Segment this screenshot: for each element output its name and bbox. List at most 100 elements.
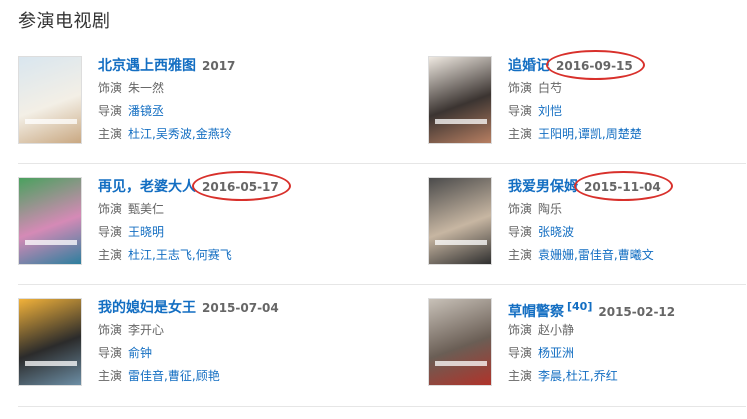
role-name: 白芍 <box>538 81 563 95</box>
director-link[interactable]: 俞钟 <box>128 346 152 360</box>
release-date: 2016-09-15 <box>556 59 633 73</box>
section-title: 参演电视剧 <box>18 11 111 32</box>
drama-title-link[interactable]: 再见，老婆大人 <box>98 179 196 195</box>
drama-title-line: 再见，老婆大人 2016-05-17 <box>98 174 338 198</box>
poster-caption-band <box>435 119 487 124</box>
row-divider <box>18 284 746 285</box>
citation-link[interactable]: [40] <box>567 300 592 313</box>
role-name: 赵小静 <box>538 323 575 337</box>
poster-caption-band <box>435 240 487 245</box>
role-row: 饰演 朱一然 <box>98 77 338 100</box>
drama-info: 我的媳妇是女王 2015-07-04 饰演 李开心 导演 俞钟 主演 雷佳音,曹征,顾艳 <box>98 295 338 388</box>
cast-row: 主演 杜江,吴秀波,金燕玲 <box>98 123 338 146</box>
drama-card: 再见，老婆大人 2016-05-17 饰演 甄美仁 导演 王晓明 主演 杜江,王志飞,何赛飞 <box>18 177 338 269</box>
drama-card: 草帽警察 [40] 2015-02-12 饰演 赵小静 导演 杨亚洲 主演 李晨,杜江,乔红 <box>428 298 747 390</box>
cast-member-link[interactable]: 何赛飞 <box>196 248 232 262</box>
drama-poster[interactable] <box>428 298 492 386</box>
drama-card: 追婚记 2016-09-15 饰演 白芍 导演 刘恺 主演 王阳明,谭凯,周楚楚 <box>428 56 747 148</box>
role-row: 饰演 甄美仁 <box>98 198 338 221</box>
drama-poster[interactable] <box>18 177 82 265</box>
role-row: 饰演 陶乐 <box>508 198 747 221</box>
drama-poster[interactable] <box>428 177 492 265</box>
cast-member-link[interactable]: 王志飞 <box>156 248 192 262</box>
cast-label: 主演 <box>508 127 533 141</box>
drama-title-line: 我爱男保姆 2015-11-04 <box>508 174 747 198</box>
director-row: 导演 王晓明 <box>98 221 338 244</box>
cast-member-link[interactable]: 顾艳 <box>196 369 220 383</box>
role-row: 饰演 白芍 <box>508 77 747 100</box>
director-row: 导演 刘恺 <box>508 100 747 123</box>
cast-member-link[interactable]: 谭凯 <box>578 127 602 141</box>
drama-poster[interactable] <box>428 56 492 144</box>
drama-info: 我爱男保姆 2015-11-04 饰演 陶乐 导演 张晓波 主演 袁姗姗,雷佳音,曹曦文 <box>508 174 747 267</box>
release-date: 2015-07-04 <box>202 301 279 315</box>
drama-title-link[interactable]: 草帽警察 <box>508 304 564 320</box>
director-link[interactable]: 王晓明 <box>128 225 164 239</box>
row-divider <box>18 163 746 164</box>
role-label: 饰演 <box>508 323 533 337</box>
role-label: 饰演 <box>508 202 533 216</box>
drama-info: 追婚记 2016-09-15 饰演 白芍 导演 刘恺 主演 王阳明,谭凯,周楚楚 <box>508 53 747 146</box>
cast-label: 主演 <box>508 369 533 383</box>
cast-member-link[interactable]: 李晨 <box>538 369 562 383</box>
director-link[interactable]: 刘恺 <box>538 104 562 118</box>
cast-row: 主演 杜江,王志飞,何赛飞 <box>98 244 338 267</box>
drama-info: 北京遇上西雅图 2017 饰演 朱一然 导演 潘镜丞 主演 杜江,吴秀波,金燕玲 <box>98 53 338 146</box>
poster-caption-band <box>435 361 487 366</box>
drama-card: 我爱男保姆 2015-11-04 饰演 陶乐 导演 张晓波 主演 袁姗姗,雷佳音,曹曦文 <box>428 177 747 269</box>
cast-row: 主演 李晨,杜江,乔红 <box>508 365 747 388</box>
role-name: 陶乐 <box>538 202 563 216</box>
director-label: 导演 <box>508 225 533 239</box>
drama-title-line: 我的媳妇是女王 2015-07-04 <box>98 295 338 319</box>
row-divider <box>18 406 746 407</box>
drama-info: 再见，老婆大人 2016-05-17 饰演 甄美仁 导演 王晓明 主演 杜江,王志飞,何赛飞 <box>98 174 338 267</box>
cast-label: 主演 <box>98 127 123 141</box>
poster-caption-band <box>25 119 77 124</box>
role-name: 甄美仁 <box>128 202 165 216</box>
role-row: 饰演 李开心 <box>98 319 338 342</box>
director-link[interactable]: 张晓波 <box>538 225 574 239</box>
drama-card: 北京遇上西雅图 2017 饰演 朱一然 导演 潘镜丞 主演 杜江,吴秀波,金燕玲 <box>18 56 338 148</box>
cast-member-link[interactable]: 王阳明 <box>538 127 574 141</box>
cast-member-link[interactable]: 周楚楚 <box>606 127 642 141</box>
cast-row: 主演 袁姗姗,雷佳音,曹曦文 <box>508 244 747 267</box>
role-label: 饰演 <box>98 323 123 337</box>
role-row: 饰演 赵小静 <box>508 319 747 342</box>
drama-info: 草帽警察 [40] 2015-02-12 饰演 赵小静 导演 杨亚洲 主演 李晨,杜江,乔红 <box>508 295 747 388</box>
director-link[interactable]: 杨亚洲 <box>538 346 574 360</box>
drama-title-line: 草帽警察 [40] 2015-02-12 <box>508 295 747 320</box>
role-label: 饰演 <box>508 81 533 95</box>
drama-title-link[interactable]: 我爱男保姆 <box>508 179 578 195</box>
cast-member-link[interactable]: 金燕玲 <box>196 127 232 141</box>
poster-caption-band <box>25 361 77 366</box>
cast-row: 主演 雷佳音,曹征,顾艳 <box>98 365 338 388</box>
cast-member-link[interactable]: 杜江 <box>128 127 152 141</box>
drama-title-link[interactable]: 北京遇上西雅图 <box>98 58 196 74</box>
drama-poster[interactable] <box>18 56 82 144</box>
cast-member-link[interactable]: 袁姗姗 <box>538 248 574 262</box>
drama-title-link[interactable]: 我的媳妇是女王 <box>98 300 196 316</box>
drama-title-line: 北京遇上西雅图 2017 <box>98 53 338 77</box>
cast-member-link[interactable]: 吴秀波 <box>156 127 192 141</box>
cast-label: 主演 <box>98 369 123 383</box>
cast-label: 主演 <box>98 248 123 262</box>
drama-poster[interactable] <box>18 298 82 386</box>
director-link[interactable]: 潘镜丞 <box>128 104 164 118</box>
release-date: 2017 <box>202 59 236 73</box>
cast-member-link[interactable]: 曹征 <box>168 369 192 383</box>
director-row: 导演 俞钟 <box>98 342 338 365</box>
release-date: 2015-02-12 <box>598 305 676 319</box>
release-date: 2015-11-04 <box>584 180 661 194</box>
cast-member-link[interactable]: 雷佳音 <box>128 369 164 383</box>
role-label: 饰演 <box>98 81 123 95</box>
cast-member-link[interactable]: 乔红 <box>594 369 618 383</box>
drama-card: 我的媳妇是女王 2015-07-04 饰演 李开心 导演 俞钟 主演 雷佳音,曹征,顾艳 <box>18 298 338 390</box>
cast-member-link[interactable]: 杜江 <box>566 369 590 383</box>
drama-title-link[interactable]: 追婚记 <box>508 58 550 74</box>
cast-row: 主演 王阳明,谭凯,周楚楚 <box>508 123 747 146</box>
cast-member-link[interactable]: 杜江 <box>128 248 152 262</box>
cast-member-link[interactable]: 雷佳音 <box>578 248 614 262</box>
director-label: 导演 <box>508 346 533 360</box>
cast-member-link[interactable]: 曹曦文 <box>618 248 654 262</box>
drama-title-line: 追婚记 2016-09-15 <box>508 53 747 77</box>
